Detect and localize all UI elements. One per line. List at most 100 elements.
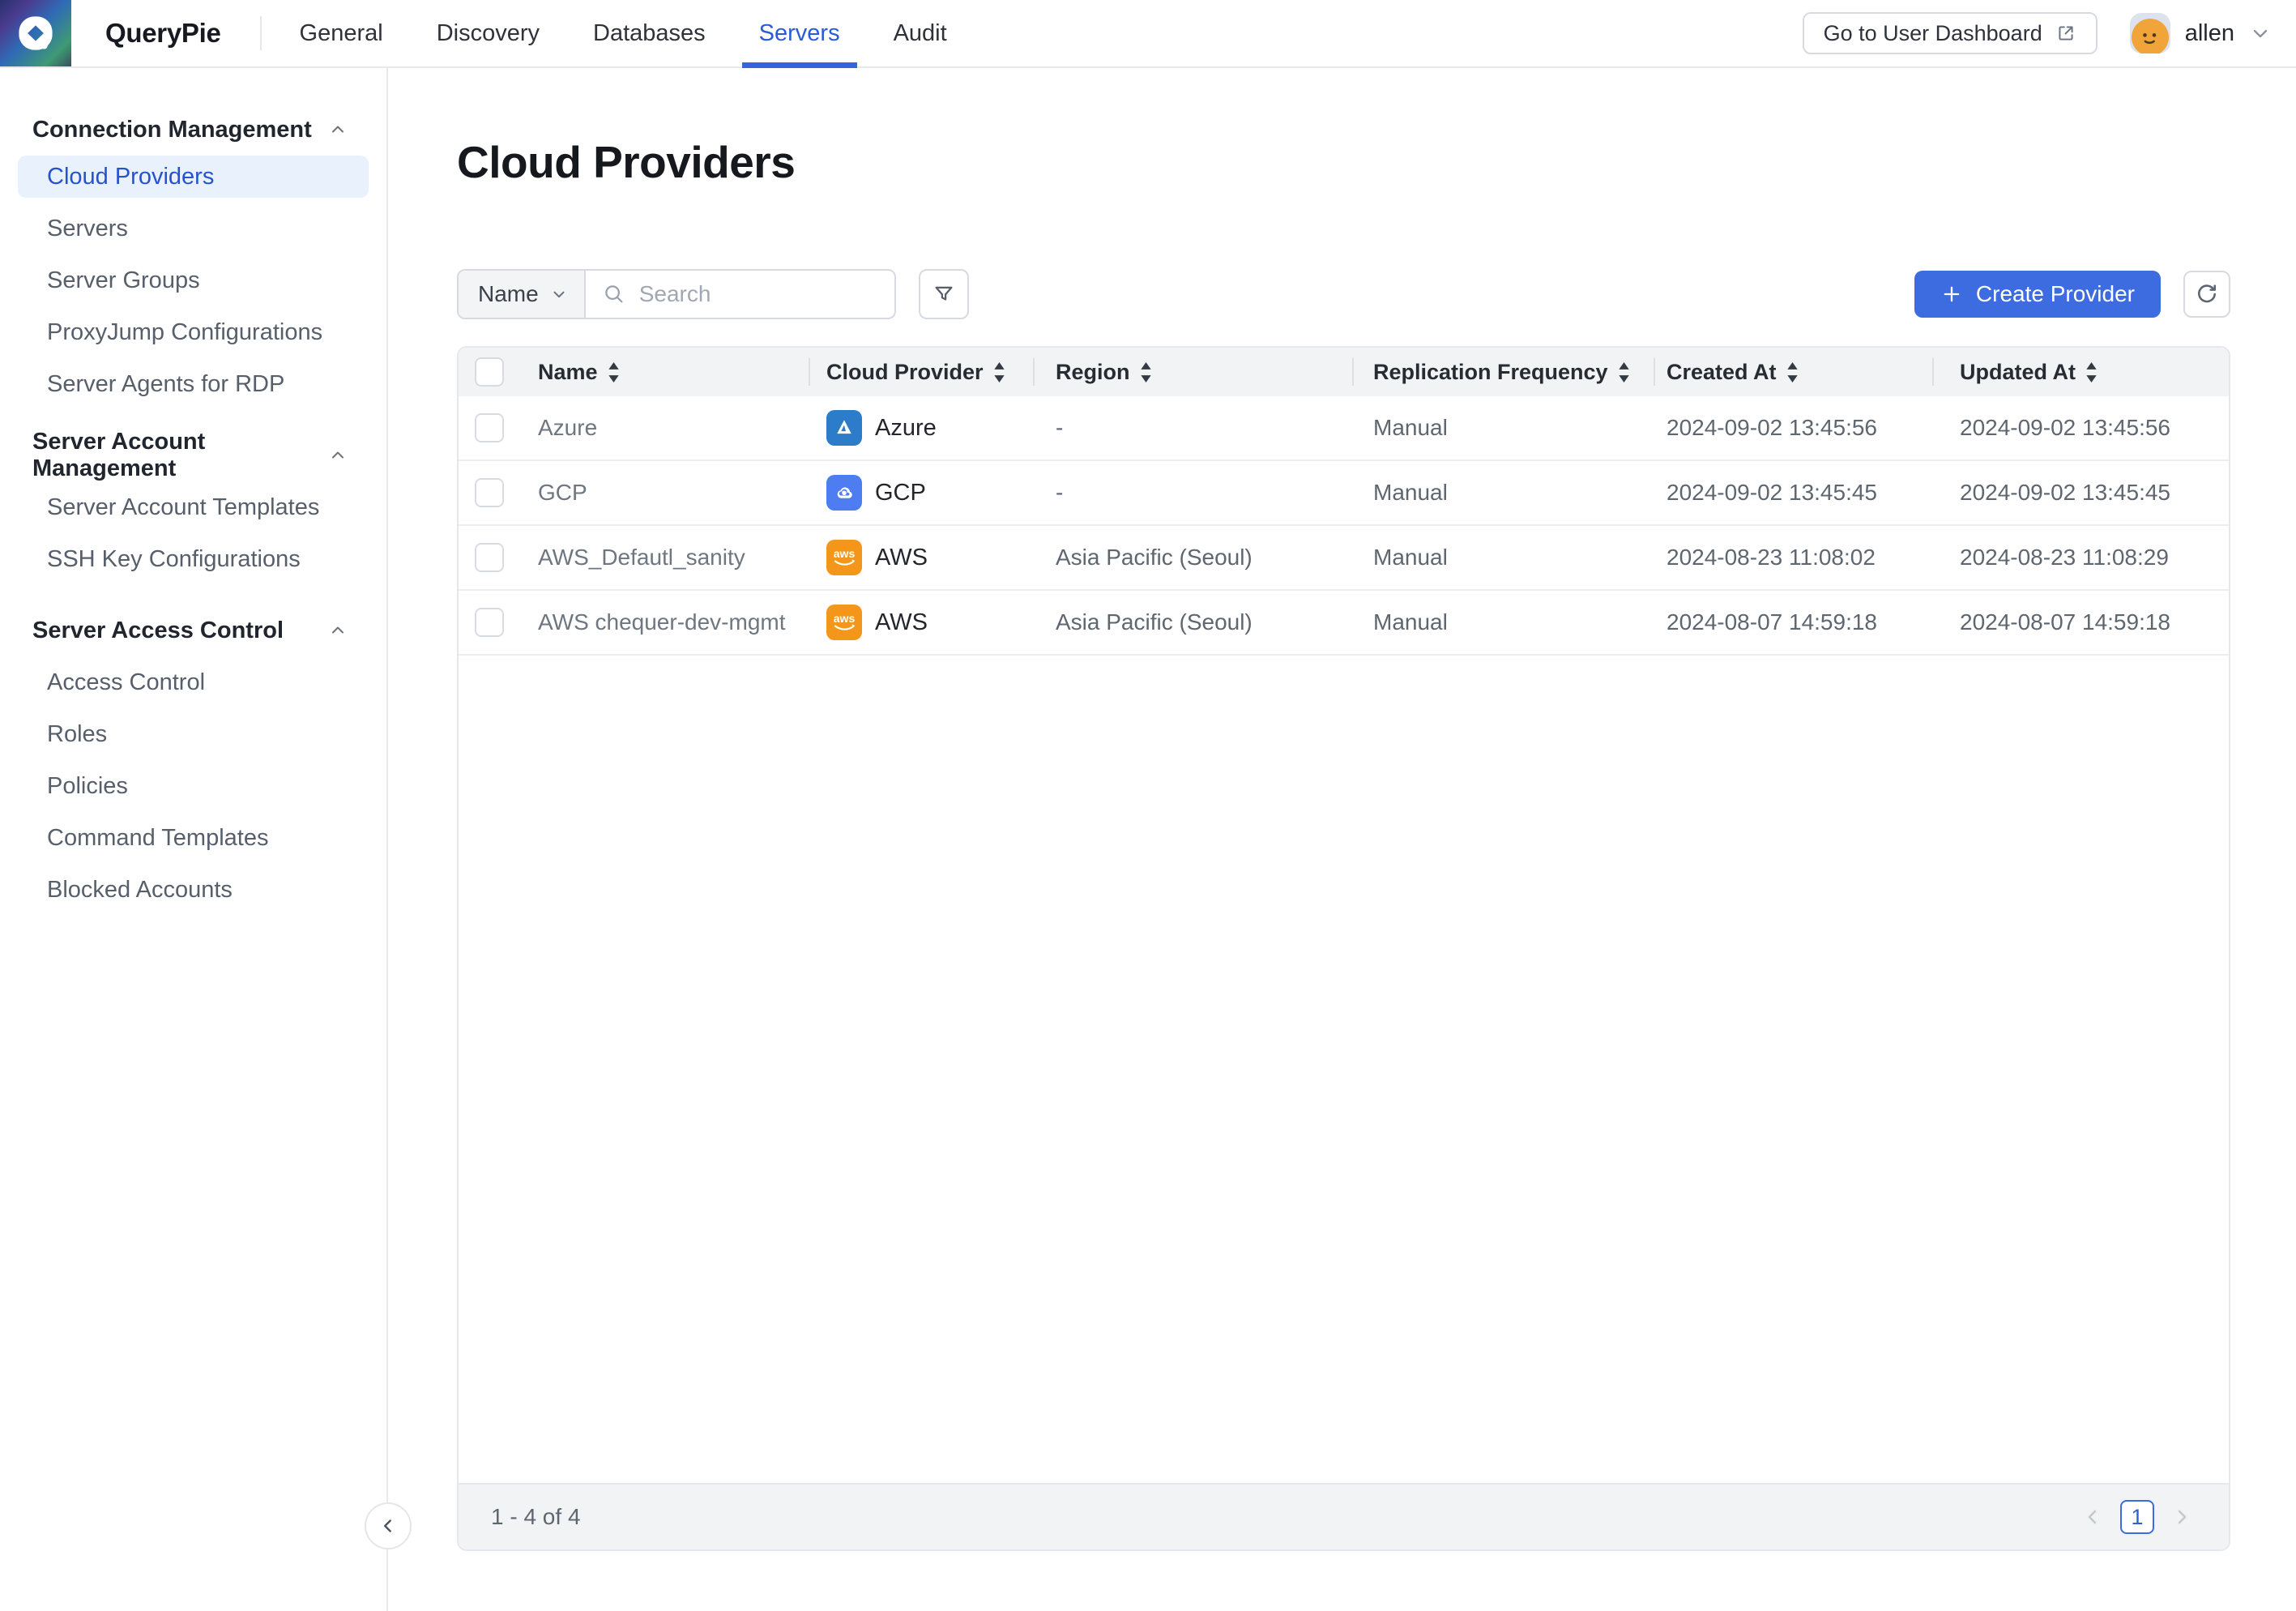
chevron-up-icon	[328, 120, 348, 139]
page-number[interactable]: 1	[2120, 1500, 2154, 1534]
avatar	[2130, 13, 2170, 53]
sidebar-item-server-groups[interactable]: Server Groups	[18, 254, 369, 306]
sidebar-item-server-agents-for-rdp[interactable]: Server Agents for RDP	[18, 358, 369, 410]
sidebar-item-proxyjump-configurations[interactable]: ProxyJump Configurations	[18, 306, 369, 358]
row-provider-label: AWS	[875, 545, 928, 571]
tab-audit[interactable]: Audit	[867, 0, 974, 66]
sort-icon	[993, 362, 1005, 382]
column-header-cloud-provider[interactable]: Cloud Provider	[809, 348, 1033, 396]
sidebar-item-server-account-templates[interactable]: Server Account Templates	[18, 481, 369, 533]
sidebar-item-policies[interactable]: Policies	[18, 760, 369, 812]
search-input[interactable]	[638, 280, 878, 308]
search-control: Name	[457, 269, 896, 319]
row-checkbox[interactable]	[475, 608, 504, 637]
querypie-logo[interactable]	[0, 0, 71, 66]
previous-page-button[interactable]	[2081, 1506, 2104, 1528]
row-checkbox[interactable]	[475, 478, 504, 507]
go-to-user-dashboard-label: Go to User Dashboard	[1824, 21, 2042, 46]
table-row[interactable]: Azure Azure - Manual 2024-09-02 13:45:56…	[459, 396, 2229, 461]
row-updated-at: 2024-09-02 13:45:56	[1932, 396, 2229, 459]
table-row[interactable]: GCP GCP - Manual 2024-09-02 13:45:45 202…	[459, 461, 2229, 526]
tab-discovery[interactable]: Discovery	[410, 0, 566, 66]
column-header-replication-frequency[interactable]: Replication Frequency	[1352, 348, 1654, 396]
filter-button[interactable]	[919, 269, 969, 319]
section-title: Connection Management	[32, 117, 312, 143]
nav-divider	[260, 16, 262, 50]
row-created-at: 2024-08-23 11:08:02	[1654, 526, 1932, 589]
go-to-user-dashboard-button[interactable]: Go to User Dashboard	[1803, 12, 2098, 54]
chevron-up-icon	[328, 621, 348, 640]
row-updated-at: 2024-09-02 13:45:45	[1932, 461, 2229, 524]
row-checkbox[interactable]	[475, 543, 504, 572]
user-menu[interactable]: allen	[2130, 13, 2272, 53]
next-page-button[interactable]	[2170, 1506, 2193, 1528]
row-replication-frequency: Manual	[1352, 396, 1654, 459]
row-provider-cell: Azure	[809, 396, 1033, 459]
filter-icon	[932, 282, 956, 306]
sidebar-item-access-control[interactable]: Access Control	[18, 656, 369, 708]
row-replication-frequency: Manual	[1352, 461, 1654, 524]
sidebar-item-cloud-providers[interactable]: Cloud Providers	[18, 156, 369, 198]
sidebar-item-command-templates[interactable]: Command Templates	[18, 812, 369, 864]
row-region: -	[1033, 396, 1352, 459]
row-checkbox-cell	[459, 461, 523, 524]
column-label: Updated At	[1960, 360, 2076, 385]
tab-servers[interactable]: Servers	[732, 0, 867, 66]
search-field-select[interactable]: Name	[459, 271, 586, 318]
section-header-server-access-control[interactable]: Server Access Control	[18, 614, 369, 647]
search-field-value: Name	[478, 281, 539, 307]
row-name: GCP	[523, 461, 809, 524]
chevron-left-icon	[378, 1515, 399, 1536]
toolbar: Name	[457, 269, 2230, 319]
sidebar-item-servers[interactable]: Servers	[18, 203, 369, 254]
row-provider-cell: aws AWS	[809, 591, 1033, 654]
section-header-server-account-management[interactable]: Server Account Management	[18, 439, 369, 472]
external-link-icon	[2055, 23, 2076, 44]
row-provider-cell: GCP	[809, 461, 1033, 524]
section-header-connection-management[interactable]: Connection Management	[18, 113, 369, 146]
row-updated-at: 2024-08-07 14:59:18	[1932, 591, 2229, 654]
top-nav: QueryPie General Discovery Databases Ser…	[0, 0, 2296, 68]
aws-icon: aws	[826, 605, 862, 640]
column-header-updated-at[interactable]: Updated At	[1932, 348, 2229, 396]
sidebar-section-server-access-control: Server Access Control Access Control Rol…	[18, 614, 369, 916]
main-content: Cloud Providers Name	[390, 68, 2296, 1611]
row-created-at: 2024-08-07 14:59:18	[1654, 591, 1932, 654]
user-name: allen	[2185, 20, 2234, 47]
column-header-created-at[interactable]: Created At	[1654, 348, 1932, 396]
tab-databases[interactable]: Databases	[566, 0, 732, 66]
row-replication-frequency: Manual	[1352, 591, 1654, 654]
create-provider-button[interactable]: Create Provider	[1914, 271, 2161, 318]
row-checkbox-cell	[459, 396, 523, 459]
pagination: 1	[2081, 1500, 2193, 1534]
table-header: Name Cloud Provider Region Replication F…	[459, 348, 2229, 396]
providers-table: Name Cloud Provider Region Replication F…	[457, 346, 2230, 1551]
refresh-button[interactable]	[2183, 271, 2230, 318]
row-region: -	[1033, 461, 1352, 524]
row-checkbox[interactable]	[475, 413, 504, 442]
azure-icon	[826, 410, 862, 446]
row-provider-label: AWS	[875, 609, 928, 636]
create-provider-label: Create Provider	[1976, 281, 2135, 307]
gcp-icon	[826, 475, 862, 511]
sidebar-collapse-button[interactable]	[365, 1502, 412, 1549]
chevron-left-icon	[2081, 1506, 2104, 1528]
column-header-name[interactable]: Name	[523, 348, 809, 396]
row-name: Azure	[523, 396, 809, 459]
sidebar-item-roles[interactable]: Roles	[18, 708, 369, 760]
row-region: Asia Pacific (Seoul)	[1033, 526, 1352, 589]
row-provider-label: Azure	[875, 415, 937, 442]
svg-text:aws: aws	[834, 612, 856, 625]
table-footer: 1 - 4 of 4 1	[459, 1483, 2229, 1549]
table-row[interactable]: AWS chequer-dev-mgmt aws AWS Asia Pacifi…	[459, 591, 2229, 656]
chevron-right-icon	[2170, 1506, 2193, 1528]
tab-general[interactable]: General	[273, 0, 410, 66]
column-header-region[interactable]: Region	[1033, 348, 1352, 396]
row-checkbox-cell	[459, 526, 523, 589]
table-row[interactable]: AWS_Defautl_sanity aws AWS Asia Pacific …	[459, 526, 2229, 591]
aws-icon: aws	[826, 540, 862, 575]
select-all-checkbox[interactable]	[475, 357, 504, 387]
sidebar-item-ssh-key-configurations[interactable]: SSH Key Configurations	[18, 533, 369, 585]
sidebar-item-blocked-accounts[interactable]: Blocked Accounts	[18, 864, 369, 916]
search-icon	[602, 282, 626, 306]
